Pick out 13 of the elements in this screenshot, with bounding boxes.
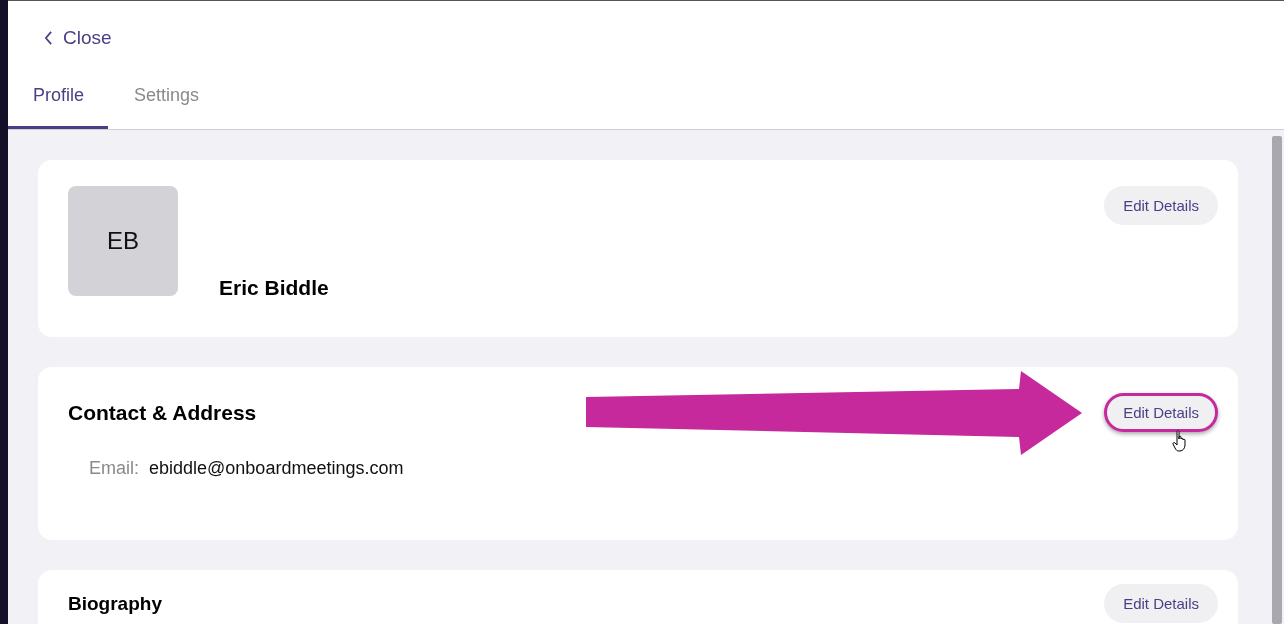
- edit-details-button[interactable]: Edit Details: [1104, 584, 1218, 623]
- tab[interactable]: Settings: [109, 83, 224, 129]
- hand-cursor-icon: [1172, 430, 1189, 452]
- profile-name: Eric Biddle: [219, 276, 329, 300]
- chevron-left-icon: [44, 31, 53, 45]
- section-title: Biography: [68, 592, 162, 615]
- avatar: EB: [68, 186, 178, 296]
- edit-details-button[interactable]: Edit Details: [1104, 393, 1218, 432]
- section-title: Contact & Address: [68, 400, 257, 425]
- close-link[interactable]: Close: [44, 25, 112, 51]
- edit-details-button[interactable]: Edit Details: [1104, 186, 1218, 225]
- field-value: ebiddle@onboardmeetings.com: [149, 458, 404, 479]
- field-label: Email:: [89, 458, 139, 479]
